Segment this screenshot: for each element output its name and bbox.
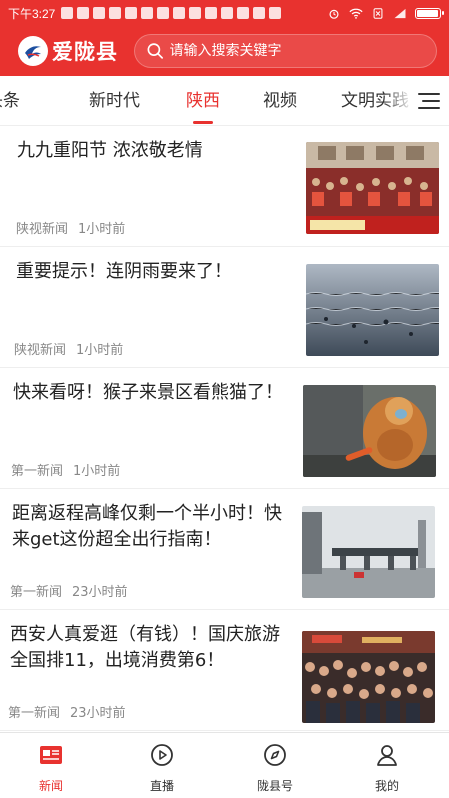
news-source: 第一新闻 [10,585,63,600]
news-title: 距离返程高峰仅剩一个半小时！快来get这份超全出行指南！ [12,503,282,550]
notification-icons [61,7,282,19]
news-title: 九九重阳节 浓浓敬老情 [17,140,203,161]
nav-longxianhao[interactable]: 陇县号 [235,733,315,798]
news-time: 1小时前 [73,464,121,479]
news-meta: 第一新闻 23小时前 [10,581,128,600]
monkey-photo [303,385,436,477]
crowd-street-photo [302,631,435,723]
nav-live[interactable]: 直播 [122,733,202,798]
notification-icon [109,7,122,19]
nav-longxianhao-label: 陇县号 [256,779,293,793]
channel-tabs: 头条 新时代 陕西 视频 文明实践 [0,76,449,126]
notification-icon [125,7,138,19]
bottom-navigation: 新闻 直播 陇县号 我的 [0,732,449,798]
notification-icon [221,7,234,19]
news-item[interactable]: 快来看呀！猴子来景区看熊猫了！ 第一新闻 1小时前 [0,368,449,489]
alarm-icon [329,9,339,19]
news-icon [40,746,62,764]
nav-mine-label: 我的 [374,779,399,793]
news-source: 第一新闻 [8,706,61,721]
news-title: 西安人真爱逛（有钱）！国庆旅游全国排11，出境消费第6！ [10,624,280,671]
tab-toutiao[interactable]: 头条 [0,76,20,125]
nav-mine[interactable]: 我的 [347,733,427,798]
search-icon [147,43,163,59]
no-sim-icon [373,7,383,19]
notification-icon [269,7,282,19]
notification-icon [189,7,202,19]
notification-icon [157,7,170,19]
rain-water-photo [306,264,439,356]
signal-icon [394,8,406,18]
news-time: 1小时前 [78,222,126,237]
app-name: 爱陇县 [52,39,118,64]
nav-news-label: 新闻 [38,779,63,793]
menu-icon [418,93,440,109]
news-title: 快来看呀！猴子来景区看熊猫了！ [13,382,283,403]
nav-live-label: 直播 [149,779,174,793]
news-time: 23小时前 [70,706,126,721]
news-source: 第一新闻 [11,464,64,479]
news-meta: 第一新闻 23小时前 [8,702,126,721]
app-logo: 爱陇县 [18,36,118,66]
news-meta: 第一新闻 1小时前 [11,460,120,479]
search-input[interactable] [169,43,424,59]
news-item[interactable]: 西安人真爱逛（有钱）！国庆旅游全国排11，出境消费第6！ 第一新闻 23小时前 [0,610,449,731]
notification-icon [141,7,154,19]
news-source: 陕视新闻 [14,343,67,358]
compass-icon [264,744,286,766]
event-crowd-photo [306,142,439,234]
logo-icon [18,36,48,66]
news-item[interactable]: 重要提示！连阴雨要来了！ 陕视新闻 1小时前 [0,247,449,368]
status-bar: 下午3:27 [0,0,449,26]
news-item[interactable]: 距离返程高峰仅剩一个半小时！快来get这份超全出行指南！ 第一新闻 23小时前 [0,489,449,610]
nav-news[interactable]: 新闻 [11,733,91,798]
tab-xinshidai[interactable]: 新时代 [89,76,140,125]
notification-icon [173,7,186,19]
tab-shaanxi[interactable]: 陕西 [186,76,220,125]
notification-icon [253,7,266,19]
wifi-icon [349,8,363,19]
notification-icon [93,7,106,19]
channel-menu-button[interactable] [409,76,449,125]
app-header: 爱陇县 [0,26,449,76]
news-source: 陕视新闻 [16,222,69,237]
notification-icon [77,7,90,19]
toll-station-photo [302,506,435,598]
notification-icon [237,7,250,19]
tab-video[interactable]: 视频 [263,76,297,125]
news-time: 1小时前 [76,343,124,358]
search-bar[interactable] [134,34,437,68]
person-icon [377,745,397,766]
live-icon [151,744,173,766]
news-item[interactable]: 九九重阳节 浓浓敬老情 陕视新闻 1小时前 [0,126,449,247]
status-time: 下午3:27 [8,6,56,21]
notification-icon [61,7,74,19]
notification-icon [205,7,218,19]
news-time: 23小时前 [72,585,128,600]
battery-icon [415,7,444,19]
news-meta: 陕视新闻 1小时前 [14,339,123,358]
news-title: 重要提示！连阴雨要来了！ [16,261,232,282]
news-meta: 陕视新闻 1小时前 [16,218,125,237]
